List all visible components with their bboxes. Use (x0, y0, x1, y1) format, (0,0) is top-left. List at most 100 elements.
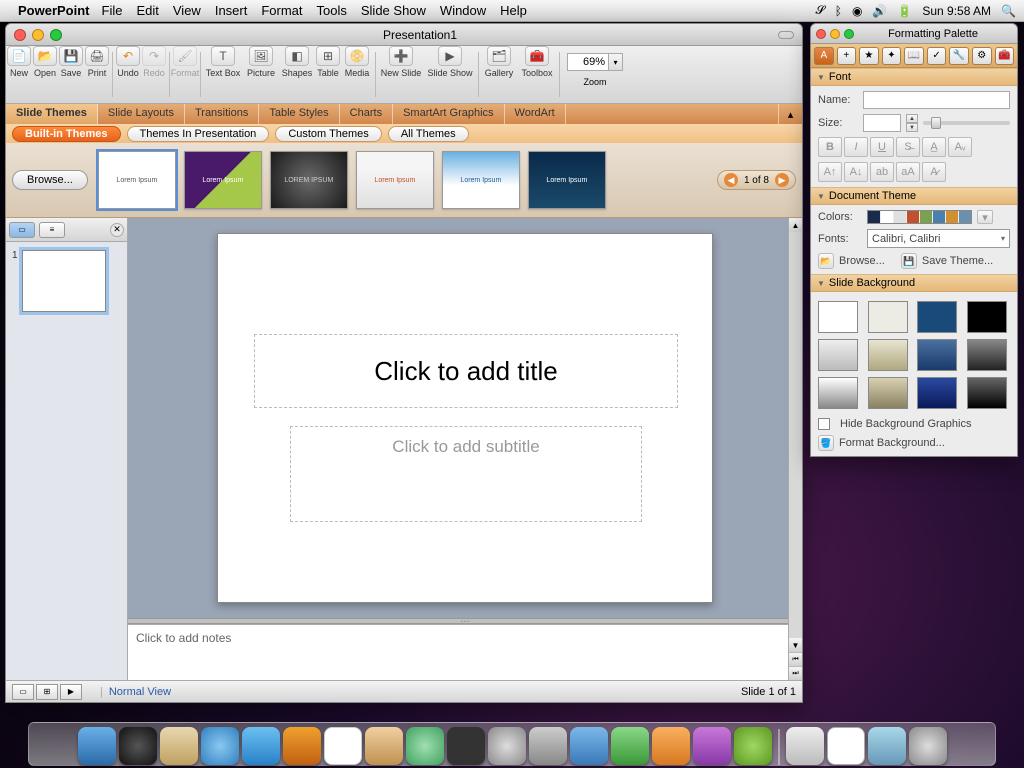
sorter-view-button[interactable]: ⊞ (36, 684, 58, 700)
filter-custom[interactable]: Custom Themes (275, 126, 382, 142)
highlight-button[interactable]: ab (870, 162, 894, 182)
clear-format-button[interactable]: A̷ (922, 162, 946, 182)
bg-style-1[interactable] (818, 301, 858, 333)
window-titlebar[interactable]: Presentation1 (6, 24, 802, 46)
theme-thumb-4[interactable]: Lorem Ipsum (356, 151, 434, 209)
bg-style-6[interactable] (868, 339, 908, 371)
wifi-icon[interactable]: ◉ (852, 4, 862, 18)
normal-view-button[interactable]: ▭ (12, 684, 34, 700)
print-button[interactable]: 🖨Print (84, 46, 110, 78)
format-background-button[interactable]: 🪣Format Background... (818, 435, 1010, 451)
tab-wordart[interactable]: WordArt (505, 104, 566, 124)
section-background-header[interactable]: ▼Slide Background (811, 274, 1017, 292)
tab-smartart[interactable]: SmartArt Graphics (393, 104, 504, 124)
zoom-dropdown[interactable]: ▾ (609, 53, 623, 71)
theme-thumb-3[interactable]: Lorem Ipsum (270, 151, 348, 209)
dock-downloads-icon[interactable] (868, 727, 906, 765)
slideshow-button[interactable]: ▶Slide Show (424, 46, 476, 78)
theme-fonts-dropdown[interactable]: Calibri, Calibri▾ (867, 229, 1010, 248)
palette-tab-reference[interactable]: 📖 (904, 47, 924, 65)
vertical-scrollbar[interactable]: ▲ ▼ ⏮⏭ (788, 218, 802, 680)
bg-style-9[interactable] (818, 377, 858, 409)
bluetooth-icon[interactable]: ᛒ (835, 4, 842, 18)
grow-font-button[interactable]: A↑ (818, 162, 842, 182)
dock-ichat-icon[interactable] (242, 727, 280, 765)
slide-canvas-area[interactable]: Click to add title Click to add subtitle (128, 218, 802, 618)
menu-help[interactable]: Help (500, 3, 527, 18)
dock-trash-icon[interactable] (909, 727, 947, 765)
script-menu-icon[interactable]: 𝓢 (815, 3, 824, 18)
notes-pane[interactable]: Click to add notes (128, 624, 802, 680)
tab-slide-layouts[interactable]: Slide Layouts (98, 104, 185, 124)
dock-ical-icon[interactable] (324, 727, 362, 765)
font-size-input[interactable] (863, 114, 901, 132)
dock-sysprefs-icon[interactable] (529, 727, 567, 765)
scroll-up-button[interactable]: ▲ (789, 218, 802, 232)
dock-safari-icon[interactable] (201, 727, 239, 765)
gallery-prev-button[interactable]: ◀ (724, 173, 738, 187)
open-button[interactable]: 📂Open (32, 46, 58, 78)
palette-close-button[interactable] (816, 29, 826, 39)
title-placeholder[interactable]: Click to add title (254, 334, 678, 408)
palette-tab-tools[interactable]: 🔧 (949, 47, 969, 65)
volume-icon[interactable]: 🔊 (872, 4, 887, 18)
toolbar-toggle-button[interactable] (778, 31, 794, 39)
new-button[interactable]: 📄New (6, 46, 32, 78)
close-window-button[interactable] (14, 29, 26, 41)
scroll-down-button[interactable]: ▼ (789, 638, 802, 652)
dock-documents-icon[interactable] (827, 727, 865, 765)
menu-format[interactable]: Format (261, 3, 302, 18)
menu-file[interactable]: File (102, 3, 123, 18)
palette-tab-compat[interactable]: ⚙ (972, 47, 992, 65)
bg-style-3[interactable] (917, 301, 957, 333)
menu-edit[interactable]: Edit (136, 3, 158, 18)
italic-button[interactable]: I (844, 137, 868, 157)
section-font-header[interactable]: ▼Font (811, 68, 1017, 86)
save-theme-button[interactable]: 💾Save Theme... (901, 253, 993, 269)
bg-style-11[interactable] (917, 377, 957, 409)
palette-tab-formatting[interactable]: A (814, 47, 834, 65)
toolbox-button[interactable]: 🧰Toolbox (517, 46, 557, 78)
battery-icon[interactable]: 🔋 (897, 4, 912, 18)
bg-style-5[interactable] (818, 339, 858, 371)
next-slide-button[interactable]: ⏭ (789, 666, 802, 680)
palette-titlebar[interactable]: Formatting Palette (811, 24, 1017, 44)
gallery-next-button[interactable]: ▶ (775, 173, 789, 187)
filter-all[interactable]: All Themes (388, 126, 469, 142)
prev-slide-button[interactable]: ⏮ (789, 652, 802, 666)
slide-thumbnail-1[interactable]: 1 (12, 250, 121, 312)
change-case-button[interactable]: Aᵥ (948, 137, 972, 157)
picture-button[interactable]: 🖼Picture (243, 46, 279, 78)
palette-tab-add[interactable]: + (837, 47, 857, 65)
dock-excel-icon[interactable] (611, 727, 649, 765)
dock-spaces-icon[interactable] (447, 727, 485, 765)
tab-charts[interactable]: Charts (340, 104, 393, 124)
dock-mail-icon[interactable] (160, 727, 198, 765)
dock-entourage-icon[interactable] (693, 727, 731, 765)
slides-tab[interactable]: ▭ (9, 222, 35, 238)
dock-messenger-icon[interactable] (734, 727, 772, 765)
outline-tab[interactable]: ≡ (39, 222, 65, 238)
theme-thumb-2[interactable]: Lorem Ipsum (184, 151, 262, 209)
clock[interactable]: Sun 9:58 AM (922, 4, 991, 18)
shapes-button[interactable]: ◧Shapes (279, 46, 315, 78)
ribbon-collapse-button[interactable]: ▴ (778, 104, 802, 124)
filter-builtin[interactable]: Built-in Themes (12, 126, 121, 142)
tab-slide-themes[interactable]: Slide Themes (6, 104, 98, 124)
underline-button[interactable]: U (870, 137, 894, 157)
bg-style-12[interactable] (967, 377, 1007, 409)
char-spacing-button[interactable]: aA (896, 162, 920, 182)
hide-bg-checkbox[interactable]: Hide Background Graphics (818, 418, 1010, 430)
menu-slideshow[interactable]: Slide Show (361, 3, 426, 18)
dock-finder-icon[interactable] (78, 727, 116, 765)
palette-tab-review[interactable]: ✓ (927, 47, 947, 65)
bg-style-8[interactable] (967, 339, 1007, 371)
palette-zoom-button[interactable] (844, 29, 854, 39)
menu-tools[interactable]: Tools (317, 3, 347, 18)
theme-colors-swatches[interactable] (867, 210, 972, 224)
dock-applications-icon[interactable] (786, 727, 824, 765)
dock-addressbook-icon[interactable] (283, 727, 321, 765)
menu-view[interactable]: View (173, 3, 201, 18)
strikethrough-button[interactable]: S̶ (896, 137, 920, 157)
media-button[interactable]: 📀Media (341, 46, 373, 78)
